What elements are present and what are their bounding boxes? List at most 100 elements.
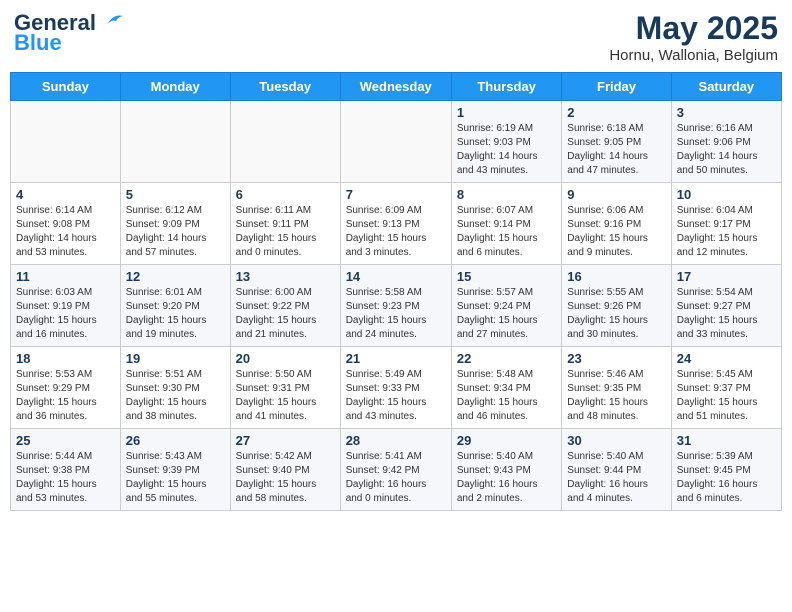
day-info: Sunrise: 5:45 AM Sunset: 9:37 PM Dayligh…: [677, 368, 776, 424]
calendar-day-cell: 17 Sunrise: 5:54 AM Sunset: 9:27 PM Dayli…: [671, 265, 781, 347]
day-number: 19: [126, 351, 225, 366]
month-year-title: May 2025: [609, 10, 778, 47]
day-number: 31: [677, 433, 776, 448]
calendar-day-cell: 6Sunrise: 6:11 AM Sunset: 9:11 PM Daylig…: [230, 183, 340, 265]
day-number: 29: [457, 433, 556, 448]
title-block: May 2025 Hornu, Wallonia, Belgium: [609, 10, 778, 64]
calendar-day-cell: 28Sunrise: 5:41 AM Sunset: 9:42 PM Dayli…: [340, 429, 451, 511]
calendar-day-cell: 15 Sunrise: 5:57 AM Sunset: 9:24 PM Dayli…: [451, 265, 561, 347]
calendar-day-cell: 5Sunrise: 6:12 AM Sunset: 9:09 PM Daylig…: [120, 183, 230, 265]
day-info: Sunrise: 6:16 AM Sunset: 9:06 PM Dayligh…: [677, 122, 776, 178]
day-info: Sunrise: 5:53 AM Sunset: 9:29 PM Dayligh…: [16, 368, 115, 424]
day-number: 4: [16, 187, 115, 202]
day-number: 1: [457, 105, 556, 120]
calendar-day-cell: 21 Sunrise: 5:49 AM Sunset: 9:33 PM Dayli…: [340, 347, 451, 429]
calendar-day-cell: 9Sunrise: 6:06 AM Sunset: 9:16 PM Daylig…: [562, 183, 671, 265]
page-header: General Blue May 2025 Hornu, Wallonia, B…: [10, 10, 782, 64]
calendar-day-cell: 23 Sunrise: 5:46 AM Sunset: 9:35 PM Dayli…: [562, 347, 671, 429]
day-info: Sunrise: 5:40 AM Sunset: 9:43 PM Dayligh…: [457, 450, 556, 506]
day-info: Sunrise: 5:57 AM Sunset: 9:24 PM Dayligh…: [457, 286, 556, 342]
calendar-table: SundayMondayTuesdayWednesdayThursdayFrid…: [10, 72, 782, 511]
calendar-day-cell: [120, 101, 230, 183]
calendar-day-cell: 4Sunrise: 6:14 AM Sunset: 9:08 PM Daylig…: [11, 183, 121, 265]
weekday-header-cell: Saturday: [671, 73, 781, 101]
calendar-day-cell: 22 Sunrise: 5:48 AM Sunset: 9:34 PM Dayli…: [451, 347, 561, 429]
day-number: 10: [677, 187, 776, 202]
day-info: Sunrise: 5:40 AM Sunset: 9:44 PM Dayligh…: [567, 450, 665, 506]
day-info: Sunrise: 5:46 AM Sunset: 9:35 PM Dayligh…: [567, 368, 665, 424]
calendar-day-cell: 30 Sunrise: 5:40 AM Sunset: 9:44 PM Dayli…: [562, 429, 671, 511]
day-info: Sunrise: 6:09 AM Sunset: 9:13 PM Dayligh…: [346, 204, 446, 260]
weekday-header-cell: Tuesday: [230, 73, 340, 101]
logo: General Blue: [14, 10, 124, 54]
day-number: 21: [346, 351, 446, 366]
calendar-day-cell: 29 Sunrise: 5:40 AM Sunset: 9:43 PM Dayli…: [451, 429, 561, 511]
logo-bird-icon: [104, 10, 124, 30]
calendar-day-cell: 11Sunrise: 6:03 AM Sunset: 9:19 PM Dayli…: [11, 265, 121, 347]
day-number: 7: [346, 187, 446, 202]
calendar-day-cell: 10Sunrise: 6:04 AM Sunset: 9:17 PM Dayli…: [671, 183, 781, 265]
calendar-day-cell: 7 Sunrise: 6:09 AM Sunset: 9:13 PM Daylig…: [340, 183, 451, 265]
day-number: 14: [346, 269, 446, 284]
day-info: Sunrise: 5:44 AM Sunset: 9:38 PM Dayligh…: [16, 450, 115, 506]
weekday-header-cell: Friday: [562, 73, 671, 101]
calendar-day-cell: 16 Sunrise: 5:55 AM Sunset: 9:26 PM Dayli…: [562, 265, 671, 347]
calendar-day-cell: 14 Sunrise: 5:58 AM Sunset: 9:23 PM Dayli…: [340, 265, 451, 347]
day-info: Sunrise: 6:12 AM Sunset: 9:09 PM Dayligh…: [126, 204, 225, 260]
calendar-day-cell: 20Sunrise: 5:50 AM Sunset: 9:31 PM Dayli…: [230, 347, 340, 429]
day-number: 22: [457, 351, 556, 366]
calendar-day-cell: 25Sunrise: 5:44 AM Sunset: 9:38 PM Dayli…: [11, 429, 121, 511]
day-info: Sunrise: 5:42 AM Sunset: 9:40 PM Dayligh…: [236, 450, 335, 506]
day-info: Sunrise: 6:00 AM Sunset: 9:22 PM Dayligh…: [236, 286, 335, 342]
day-number: 18: [16, 351, 115, 366]
calendar-day-cell: [230, 101, 340, 183]
day-number: 27: [236, 433, 335, 448]
calendar-day-cell: 19Sunrise: 5:51 AM Sunset: 9:30 PM Dayli…: [120, 347, 230, 429]
day-info: Sunrise: 5:43 AM Sunset: 9:39 PM Dayligh…: [126, 450, 225, 506]
day-number: 30: [567, 433, 665, 448]
calendar-week-row: 11Sunrise: 6:03 AM Sunset: 9:19 PM Dayli…: [11, 265, 782, 347]
day-number: 8: [457, 187, 556, 202]
day-info: Sunrise: 5:50 AM Sunset: 9:31 PM Dayligh…: [236, 368, 335, 424]
day-number: 24: [677, 351, 776, 366]
day-number: 9: [567, 187, 665, 202]
logo-blue: Blue: [14, 32, 124, 54]
day-number: 13: [236, 269, 335, 284]
weekday-header-cell: Wednesday: [340, 73, 451, 101]
calendar-week-row: 25Sunrise: 5:44 AM Sunset: 9:38 PM Dayli…: [11, 429, 782, 511]
location-subtitle: Hornu, Wallonia, Belgium: [609, 47, 778, 64]
day-info: Sunrise: 5:54 AM Sunset: 9:27 PM Dayligh…: [677, 286, 776, 342]
calendar-day-cell: 26 Sunrise: 5:43 AM Sunset: 9:39 PM Dayli…: [120, 429, 230, 511]
day-number: 16: [567, 269, 665, 284]
calendar-day-cell: 8 Sunrise: 6:07 AM Sunset: 9:14 PM Daylig…: [451, 183, 561, 265]
calendar-week-row: 4Sunrise: 6:14 AM Sunset: 9:08 PM Daylig…: [11, 183, 782, 265]
day-number: 12: [126, 269, 225, 284]
day-info: Sunrise: 6:11 AM Sunset: 9:11 PM Dayligh…: [236, 204, 335, 260]
day-info: Sunrise: 5:48 AM Sunset: 9:34 PM Dayligh…: [457, 368, 556, 424]
day-info: Sunrise: 6:03 AM Sunset: 9:19 PM Dayligh…: [16, 286, 115, 342]
day-info: Sunrise: 5:49 AM Sunset: 9:33 PM Dayligh…: [346, 368, 446, 424]
day-info: Sunrise: 5:55 AM Sunset: 9:26 PM Dayligh…: [567, 286, 665, 342]
calendar-day-cell: 24 Sunrise: 5:45 AM Sunset: 9:37 PM Dayli…: [671, 347, 781, 429]
weekday-header-cell: Monday: [120, 73, 230, 101]
day-info: Sunrise: 5:39 AM Sunset: 9:45 PM Dayligh…: [677, 450, 776, 506]
calendar-day-cell: 2Sunrise: 6:18 AM Sunset: 9:05 PM Daylig…: [562, 101, 671, 183]
day-number: 15: [457, 269, 556, 284]
day-number: 23: [567, 351, 665, 366]
day-info: Sunrise: 5:58 AM Sunset: 9:23 PM Dayligh…: [346, 286, 446, 342]
day-number: 28: [346, 433, 446, 448]
calendar-week-row: 1Sunrise: 6:19 AM Sunset: 9:03 PM Daylig…: [11, 101, 782, 183]
calendar-day-cell: 13 Sunrise: 6:00 AM Sunset: 9:22 PM Dayli…: [230, 265, 340, 347]
day-info: Sunrise: 6:07 AM Sunset: 9:14 PM Dayligh…: [457, 204, 556, 260]
day-number: 26: [126, 433, 225, 448]
day-number: 17: [677, 269, 776, 284]
calendar-day-cell: 1Sunrise: 6:19 AM Sunset: 9:03 PM Daylig…: [451, 101, 561, 183]
day-number: 3: [677, 105, 776, 120]
calendar-body: 1Sunrise: 6:19 AM Sunset: 9:03 PM Daylig…: [11, 101, 782, 511]
day-info: Sunrise: 6:01 AM Sunset: 9:20 PM Dayligh…: [126, 286, 225, 342]
calendar-week-row: 18 Sunrise: 5:53 AM Sunset: 9:29 PM Dayli…: [11, 347, 782, 429]
weekday-header-cell: Thursday: [451, 73, 561, 101]
calendar-day-cell: 27 Sunrise: 5:42 AM Sunset: 9:40 PM Dayli…: [230, 429, 340, 511]
day-info: Sunrise: 6:18 AM Sunset: 9:05 PM Dayligh…: [567, 122, 665, 178]
calendar-day-cell: 31 Sunrise: 5:39 AM Sunset: 9:45 PM Dayli…: [671, 429, 781, 511]
